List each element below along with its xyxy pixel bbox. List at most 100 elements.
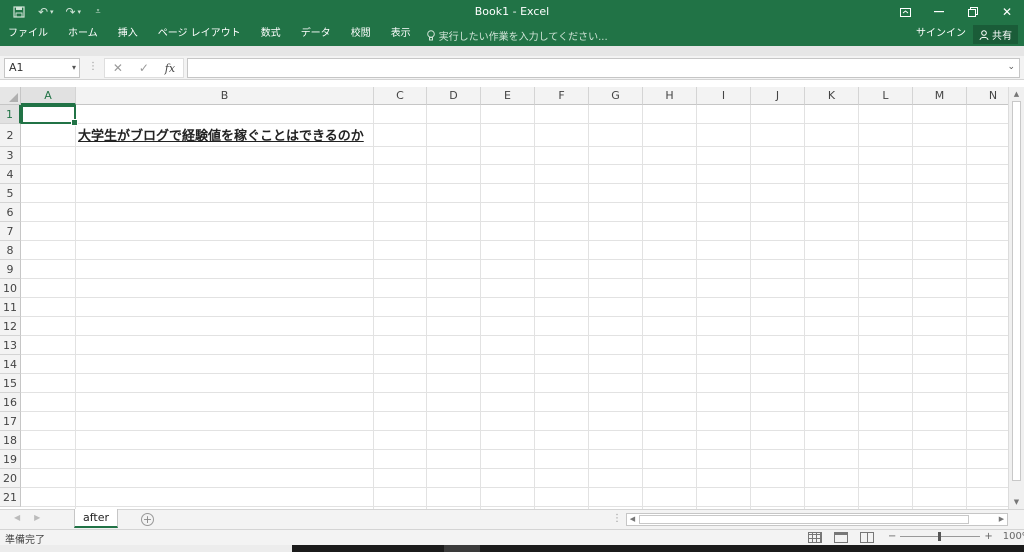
tab-view[interactable]: 表示 xyxy=(381,24,421,46)
scroll-right-icon[interactable]: ▶ xyxy=(996,514,1007,525)
insert-function-icon[interactable]: fx xyxy=(165,62,175,75)
cell-area[interactable]: 大学生がブログで経験値を稼ぐことはできるのか xyxy=(21,105,1020,509)
row-header-8[interactable]: 8 xyxy=(0,241,21,260)
lightbulb-icon xyxy=(426,29,435,40)
row-header-7[interactable]: 7 xyxy=(0,222,21,241)
tell-me-box[interactable]: 実行したい作業を入力してください... xyxy=(426,24,608,46)
chevron-down-icon[interactable]: ▾ xyxy=(72,59,76,77)
row-header-10[interactable]: 10 xyxy=(0,279,21,298)
row-header-11[interactable]: 11 xyxy=(0,298,21,317)
grid-vline xyxy=(588,105,589,509)
save-icon[interactable] xyxy=(8,2,30,22)
column-header-c[interactable]: C xyxy=(374,87,427,105)
column-header-h[interactable]: H xyxy=(643,87,697,105)
column-header-l[interactable]: L xyxy=(859,87,913,105)
cell-b2[interactable]: 大学生がブログで経験値を稼ぐことはできるのか xyxy=(78,127,364,146)
tab-data[interactable]: データ xyxy=(291,24,341,46)
scroll-up-icon[interactable]: ▲ xyxy=(1009,87,1024,101)
column-header-e[interactable]: E xyxy=(481,87,535,105)
row-header-15[interactable]: 15 xyxy=(0,374,21,393)
row-header-2[interactable]: 2 xyxy=(0,124,21,147)
row-header-13[interactable]: 13 xyxy=(0,336,21,355)
row-header-9[interactable]: 9 xyxy=(0,260,21,279)
tab-page-layout[interactable]: ページ レイアウト xyxy=(148,24,251,46)
next-sheet-icon[interactable]: ▶ xyxy=(34,513,40,522)
normal-view-icon[interactable] xyxy=(808,532,822,543)
grid-hline xyxy=(21,297,1008,298)
column-header-f[interactable]: F xyxy=(535,87,589,105)
row-header-16[interactable]: 16 xyxy=(0,393,21,412)
horizontal-scrollbar[interactable]: ◀ ▶ xyxy=(626,513,1008,526)
scroll-down-icon[interactable]: ▼ xyxy=(1009,495,1024,509)
share-label: 共有 xyxy=(992,31,1012,42)
row-header-19[interactable]: 19 xyxy=(0,450,21,469)
tab-file[interactable]: ファイル xyxy=(0,24,58,46)
grid-hline xyxy=(21,278,1008,279)
row-header-17[interactable]: 17 xyxy=(0,412,21,431)
grid-hline xyxy=(21,183,1008,184)
add-sheet-icon[interactable]: + xyxy=(141,513,154,526)
minimize-icon[interactable] xyxy=(922,0,956,24)
undo-dropdown-icon[interactable]: ▾ xyxy=(50,8,54,16)
row-header-4[interactable]: 4 xyxy=(0,165,21,184)
vertical-scrollbar[interactable]: ▲ ▼ xyxy=(1008,87,1024,509)
column-header-i[interactable]: I xyxy=(697,87,751,105)
customize-quick-access-icon[interactable]: ⩡ xyxy=(87,2,109,22)
row-header-1[interactable]: 1 xyxy=(0,105,21,124)
ribbon-display-options-icon[interactable] xyxy=(888,0,922,24)
vertical-scroll-thumb[interactable] xyxy=(1012,101,1021,481)
zoom-out-icon[interactable]: − xyxy=(888,531,896,542)
column-header-m[interactable]: M xyxy=(913,87,967,105)
grid-hline xyxy=(21,506,1008,507)
scroll-left-icon[interactable]: ◀ xyxy=(627,514,638,525)
zoom-percent[interactable]: 100% xyxy=(1003,531,1024,542)
column-header-d[interactable]: D xyxy=(427,87,481,105)
row-header-21[interactable]: 21 xyxy=(0,488,21,507)
row-header-5[interactable]: 5 xyxy=(0,184,21,203)
column-header-k[interactable]: K xyxy=(805,87,859,105)
zoom-slider-knob[interactable] xyxy=(938,532,942,541)
name-box[interactable]: A1 ▾ xyxy=(4,58,80,78)
grid-hline xyxy=(21,468,1008,469)
tab-review[interactable]: 校閲 xyxy=(341,24,381,46)
redo-dropdown-icon[interactable]: ▾ xyxy=(78,8,82,16)
row-header-6[interactable]: 6 xyxy=(0,203,21,222)
restore-icon[interactable] xyxy=(956,0,990,24)
share-button[interactable]: 共有 xyxy=(973,25,1018,44)
zoom-slider[interactable] xyxy=(900,532,981,541)
enter-icon[interactable]: ✓ xyxy=(139,61,149,75)
tab-formulas[interactable]: 数式 xyxy=(251,24,291,46)
prev-sheet-icon[interactable]: ◀ xyxy=(14,513,20,522)
close-icon[interactable]: ✕ xyxy=(990,0,1024,24)
zoom-in-icon[interactable]: + xyxy=(984,531,992,542)
title-bar: ↶ ▾ ↷ ▾ ⩡ Book1 - Excel ✕ xyxy=(0,0,1024,24)
page-break-view-icon[interactable] xyxy=(860,532,874,543)
column-header-g[interactable]: G xyxy=(589,87,643,105)
grid-hline xyxy=(21,221,1008,222)
column-header-a[interactable]: A xyxy=(21,87,76,105)
column-header-j[interactable]: J xyxy=(751,87,805,105)
column-header-b[interactable]: B xyxy=(76,87,374,105)
ribbon-tab-bar: ファイル ホーム 挿入 ページ レイアウト 数式 データ 校閲 表示 実行したい… xyxy=(0,24,1024,46)
row-header-20[interactable]: 20 xyxy=(0,469,21,488)
signin-link[interactable]: サインイン xyxy=(916,24,966,46)
row-header-3[interactable]: 3 xyxy=(0,147,21,165)
page-layout-view-icon[interactable] xyxy=(834,532,848,543)
grid-vline xyxy=(966,105,967,509)
sheet-tab-after[interactable]: after xyxy=(74,509,118,528)
grid-hline xyxy=(21,354,1008,355)
formula-bar-splitter[interactable]: ⋮ xyxy=(88,61,98,72)
tab-splitter[interactable]: ⋮ xyxy=(612,513,622,524)
cancel-icon[interactable]: ✕ xyxy=(113,61,123,75)
tab-home[interactable]: ホーム xyxy=(58,24,108,46)
row-header-14[interactable]: 14 xyxy=(0,355,21,374)
row-header-12[interactable]: 12 xyxy=(0,317,21,336)
name-box-value: A1 xyxy=(9,61,24,74)
tab-insert[interactable]: 挿入 xyxy=(108,24,148,46)
horizontal-scroll-thumb[interactable] xyxy=(639,515,969,524)
row-header-18[interactable]: 18 xyxy=(0,431,21,450)
active-cell-a1[interactable] xyxy=(21,105,78,126)
select-all-button[interactable] xyxy=(0,87,21,105)
formula-input[interactable]: ⌄ xyxy=(187,58,1020,78)
expand-formula-bar-icon[interactable]: ⌄ xyxy=(1007,62,1015,72)
